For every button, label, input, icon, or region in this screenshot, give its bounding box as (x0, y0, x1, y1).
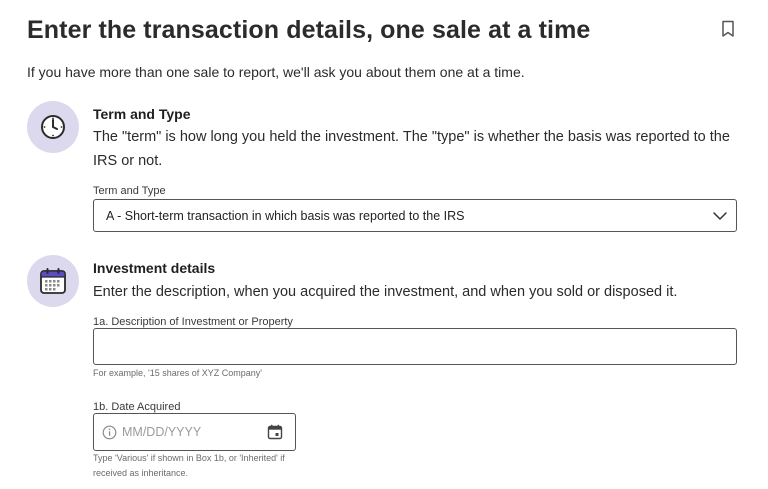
description-label: 1a. Description of Investment or Propert… (93, 316, 293, 328)
date-acquired-hint: Type 'Various' if shown in Box 1b, or 'I… (93, 453, 285, 478)
date-acquired-input[interactable]: MM/DD/YYYY (93, 413, 296, 451)
date-placeholder: MM/DD/YYYY (122, 425, 202, 439)
section-title-term: Term and Type (93, 106, 191, 122)
calendar-icon (27, 255, 79, 307)
term-type-selected-value: A - Short-term transaction in which basi… (106, 208, 465, 223)
section-desc-term: The "term" is how long you held the inve… (93, 129, 730, 169)
description-input[interactable] (93, 328, 737, 365)
page-title: Enter the transaction details, one sale … (27, 16, 591, 44)
term-type-label: Term and Type (93, 185, 166, 197)
date-acquired-label: 1b. Date Acquired (93, 401, 181, 413)
chevron-down-icon (712, 208, 728, 224)
bookmark-icon[interactable] (720, 20, 736, 38)
clock-icon (27, 101, 79, 153)
term-type-select[interactable]: A - Short-term transaction in which basi… (93, 199, 737, 232)
calendar-picker-icon[interactable] (267, 424, 283, 440)
section-title-investment: Investment details (93, 260, 216, 276)
page-subtitle: If you have more than one sale to report… (27, 64, 525, 80)
description-hint: For example, '15 shares of XYZ Company' (93, 368, 263, 378)
section-desc-investment: Enter the description, when you acquired… (93, 284, 678, 300)
info-icon[interactable] (102, 425, 117, 440)
